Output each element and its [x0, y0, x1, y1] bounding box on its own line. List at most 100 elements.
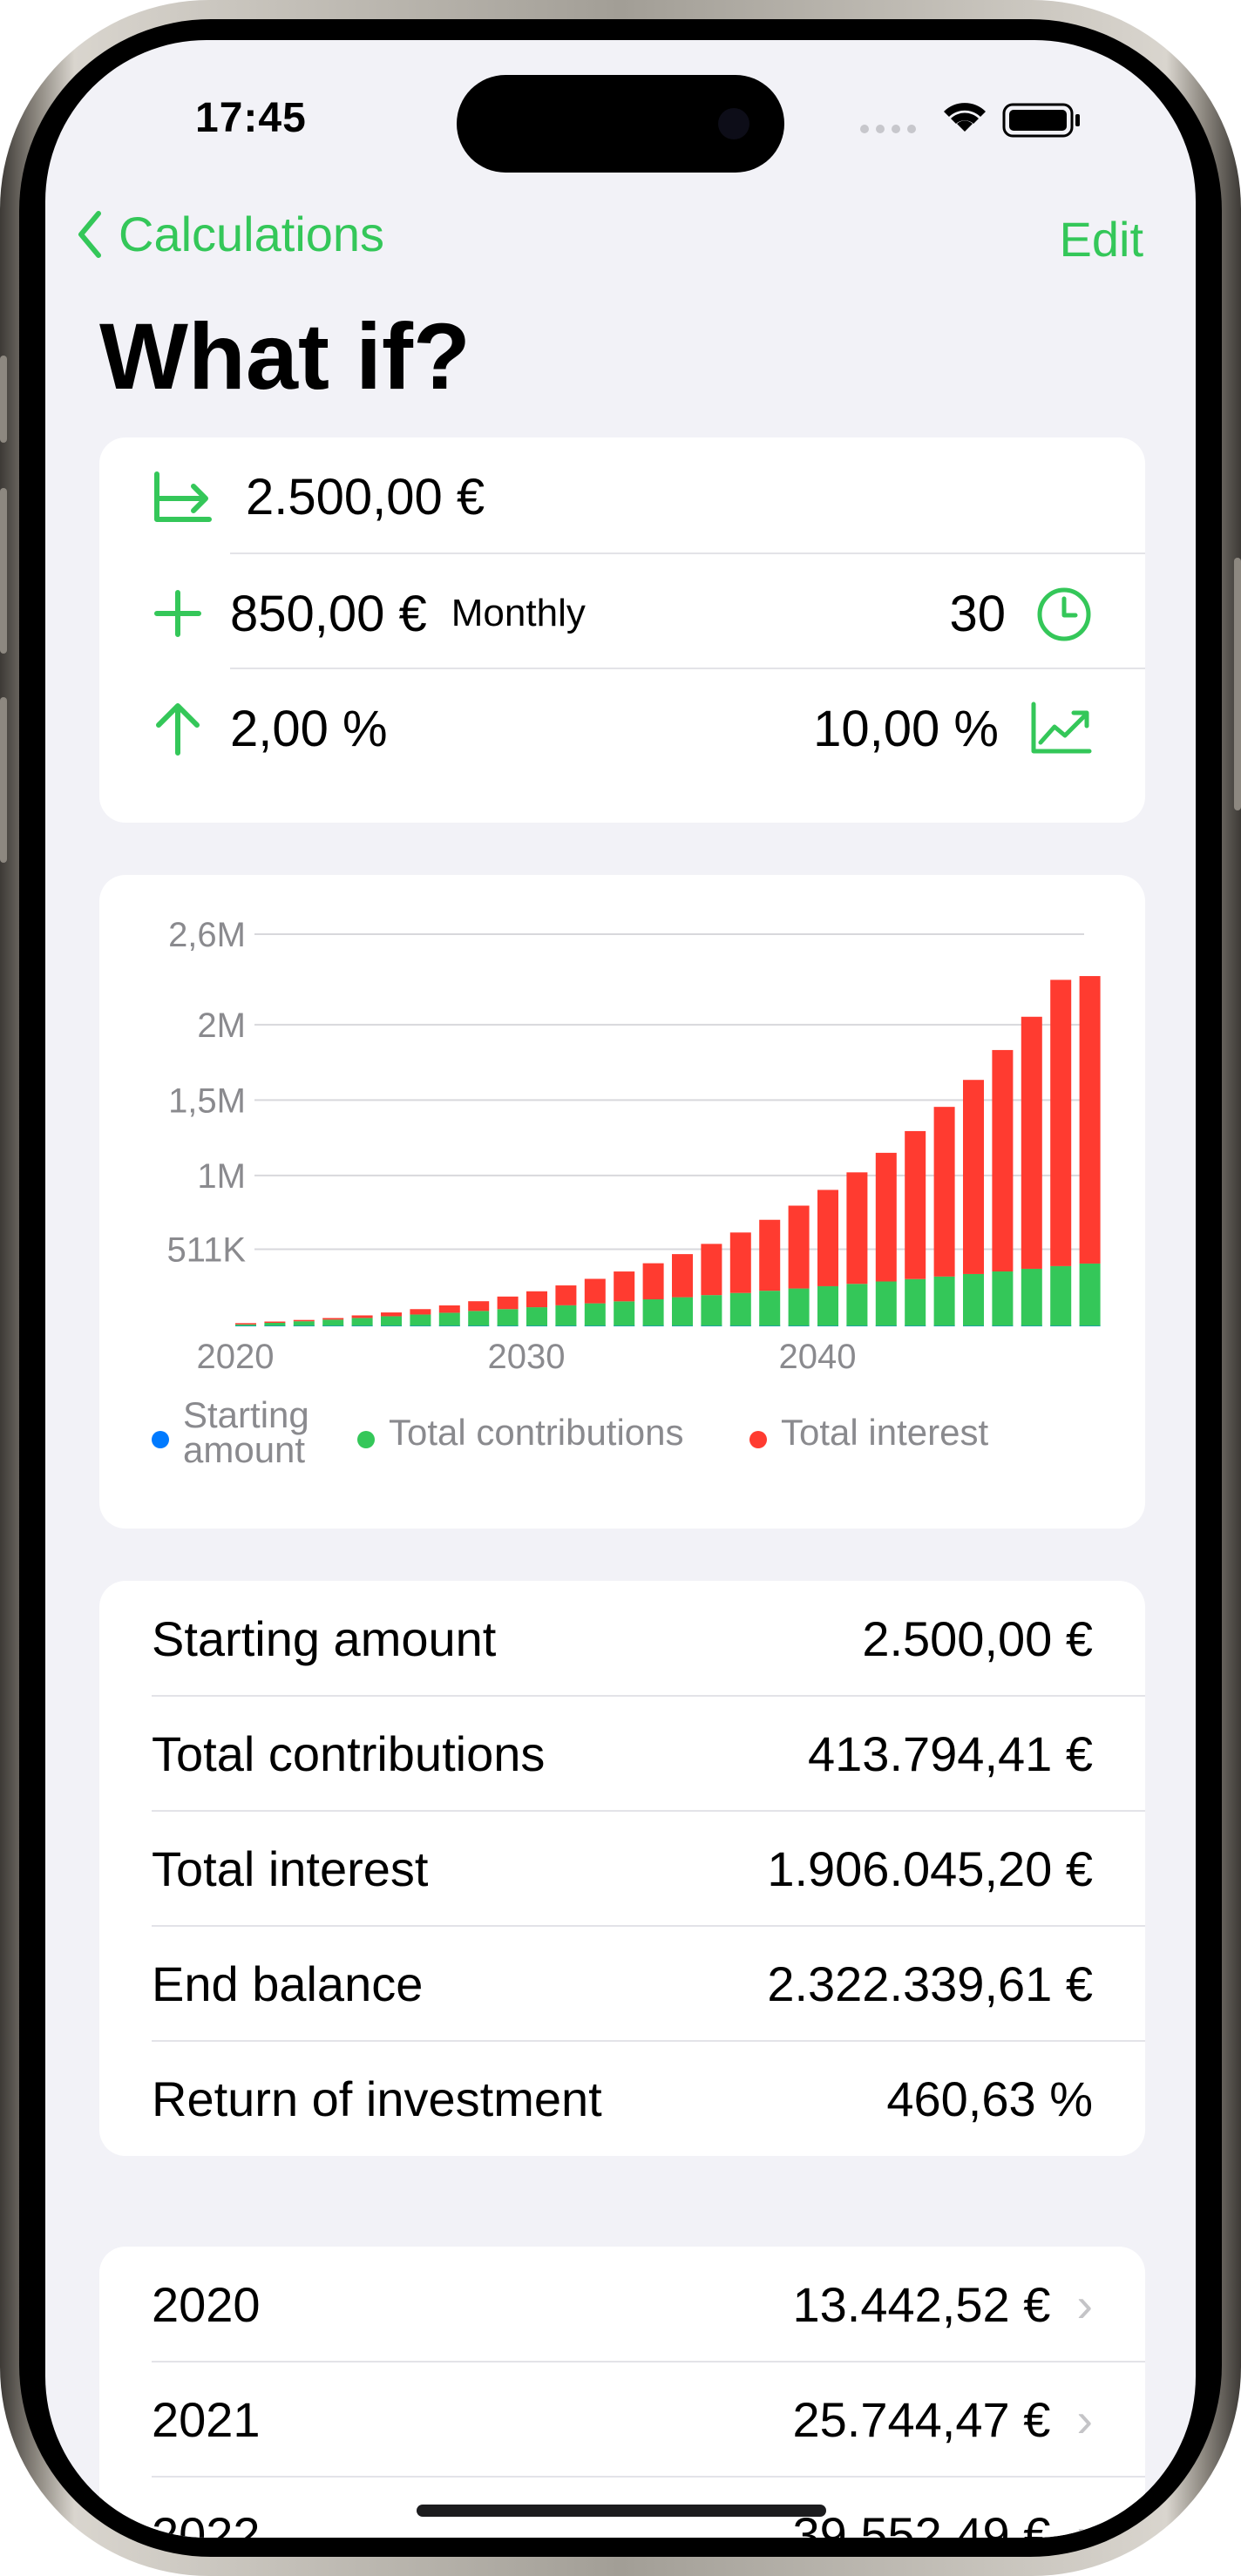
summary-value: 1.906.045,20 €	[767, 1840, 1093, 1896]
summary-row-interest: Total interest 1.906.045,20 €	[152, 1811, 1093, 1926]
bar-segment	[817, 1190, 838, 1286]
summary-label: Return of investment	[152, 2071, 602, 2126]
bar-segment	[817, 1285, 838, 1326]
year-value: 13.442,52 €	[792, 2276, 1051, 2332]
starting-amount-field[interactable]: 2.500,00 €	[246, 458, 485, 535]
back-button-label: Calculations	[119, 207, 385, 261]
bar-segment	[322, 1318, 344, 1320]
contribution-amount: 850,00 €	[230, 585, 427, 642]
legend-item-starting: Starting amount	[152, 1394, 309, 1468]
cellular-signal-icon	[860, 125, 916, 133]
bar-segment	[1079, 976, 1101, 1264]
year-label: 2020	[152, 2276, 261, 2332]
arrow-up-icon	[156, 703, 200, 756]
volume-down-button	[0, 697, 7, 863]
chevron-left-icon	[78, 210, 101, 258]
bar-segment	[1079, 1263, 1101, 1326]
chevron-right-icon: ›	[1076, 2391, 1093, 2447]
year-label: 2022	[152, 2506, 261, 2539]
bar-segment	[992, 1271, 1014, 1326]
bar-segment	[875, 1152, 897, 1282]
summary-card: Starting amount 2.500,00 € Total contrib…	[99, 1581, 1145, 2156]
years-field[interactable]: 30	[949, 575, 1006, 652]
bar-segment	[729, 1292, 751, 1326]
bar-segment	[729, 1232, 751, 1293]
bar-segment	[788, 1288, 810, 1326]
clock-icon	[1037, 587, 1091, 641]
bar-segment	[584, 1303, 606, 1326]
bar-segment	[235, 1324, 256, 1326]
contribution-increase-field[interactable]: 2,00 %	[230, 690, 388, 767]
bar-segment	[701, 1244, 722, 1296]
bar-segment	[351, 1315, 373, 1319]
bar-segment	[497, 1309, 519, 1326]
bar-segment	[1050, 1265, 1072, 1326]
edit-button[interactable]: Edit	[1060, 211, 1144, 268]
y-tick-label: 2M	[197, 1007, 246, 1045]
year-row-2020[interactable]: 2020 13.442,52 € ›	[152, 2247, 1093, 2362]
bar-segment	[788, 1205, 810, 1289]
bar-segment	[264, 1323, 286, 1326]
chevron-right-icon: ›	[1076, 2506, 1093, 2539]
year-label: 2021	[152, 2391, 261, 2447]
bar-segment	[381, 1312, 402, 1317]
bar-segment	[614, 1271, 635, 1302]
wifi-icon	[944, 103, 986, 132]
battery-icon	[1002, 103, 1080, 138]
contribution-field[interactable]: 850,00 € Monthly	[230, 575, 586, 652]
bar-segment	[410, 1314, 431, 1326]
summary-value: 2.500,00 €	[862, 1610, 1093, 1666]
status-icons	[860, 103, 1080, 138]
summary-value: 460,63 %	[886, 2071, 1093, 2126]
bar-segment	[642, 1263, 664, 1299]
inputs-card: 2.500,00 € 850,00 € Monthly 30 2,00 % 10…	[99, 437, 1145, 823]
bar-segment	[526, 1291, 547, 1308]
bar-segment	[963, 1273, 984, 1326]
bar-segment	[497, 1296, 519, 1310]
x-tick-label: 2040	[779, 1338, 857, 1376]
bar-segment	[468, 1311, 490, 1326]
bar-segment	[963, 1080, 984, 1274]
bar-segment	[322, 1319, 344, 1326]
bar-segment	[410, 1309, 431, 1315]
home-indicator[interactable]	[417, 2505, 826, 2517]
bar-segment	[992, 1049, 1014, 1271]
y-tick-label: 1,5M	[168, 1081, 246, 1120]
screen: 17:45 Calculations Edit What if? 2.500,0…	[45, 40, 1196, 2538]
bar-segment	[759, 1219, 781, 1291]
bar-segment	[1021, 1268, 1042, 1326]
bar-segment	[1021, 1016, 1042, 1269]
legend-label-starting-1: Starting	[183, 1394, 309, 1435]
bar-segment	[264, 1321, 286, 1324]
legend-dot-green	[357, 1431, 375, 1448]
bar-segment	[846, 1172, 868, 1285]
bar-segment	[526, 1307, 547, 1326]
chevron-right-icon: ›	[1076, 2276, 1093, 2332]
summary-row-contributions: Total contributions 413.794,41 €	[152, 1696, 1093, 1811]
bar-segment	[293, 1321, 315, 1326]
bar-segment	[875, 1281, 897, 1326]
summary-value: 2.322.339,61 €	[767, 1956, 1093, 2011]
year-row-2021[interactable]: 2021 25.744,47 € ›	[152, 2362, 1093, 2477]
chart-line-uptrend-icon	[1031, 702, 1092, 754]
summary-row-end-balance: End balance 2.322.339,61 €	[152, 1926, 1093, 2041]
x-tick-label: 2030	[488, 1338, 566, 1376]
back-button[interactable]: Calculations	[77, 206, 384, 262]
bar-segment	[701, 1295, 722, 1326]
bar-segment	[381, 1316, 402, 1326]
summary-label: End balance	[152, 1956, 424, 2011]
bar-segment	[759, 1291, 781, 1326]
yearly-list-card: 2020 13.442,52 € › 2021 25.744,47 € › 20…	[99, 2247, 1145, 2538]
y-tick-label: 1M	[197, 1157, 246, 1196]
frequency-selector[interactable]: Monthly	[451, 592, 586, 635]
legend-item-interest: Total interest	[749, 1398, 988, 1468]
bar-segment	[672, 1297, 693, 1326]
legend-label-interest: Total interest	[781, 1412, 989, 1453]
divider	[230, 552, 1145, 554]
summary-row-starting: Starting amount 2.500,00 €	[152, 1581, 1093, 1696]
bar-segment	[584, 1278, 606, 1304]
interest-rate-field[interactable]: 10,00 %	[813, 690, 999, 767]
legend-label-contributions: Total contributions	[389, 1412, 684, 1453]
page-title: What if?	[99, 303, 471, 409]
summary-label: Starting amount	[152, 1610, 497, 1666]
